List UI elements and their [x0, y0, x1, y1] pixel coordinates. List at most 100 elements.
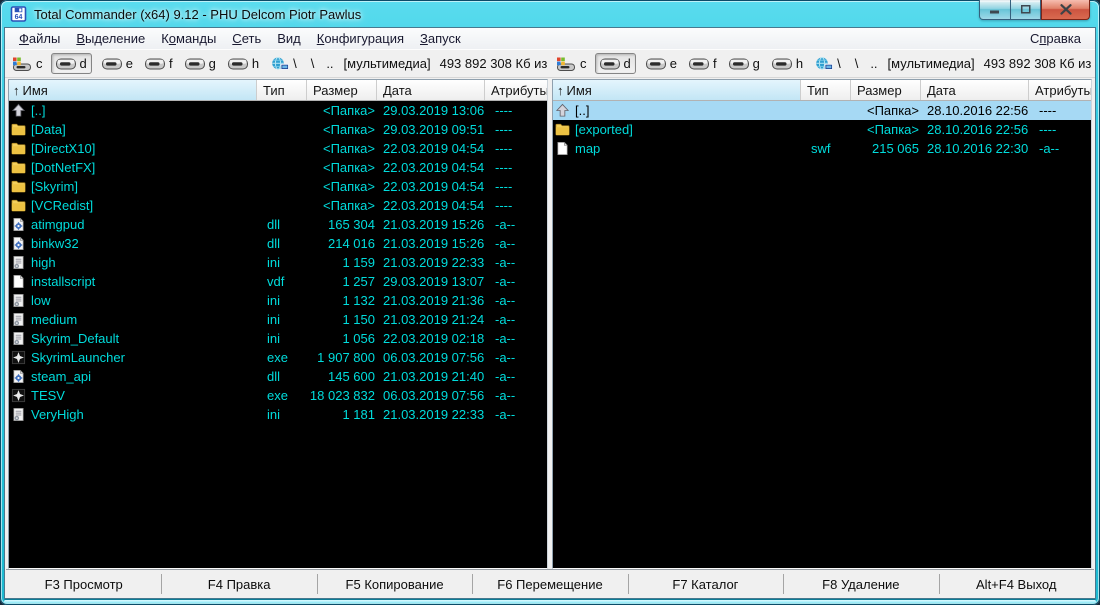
file-row[interactable]: binkw32 dll 214 016 21.03.2019 15:26 -a-- [9, 234, 547, 253]
column-header-attr[interactable]: Атрибуты [485, 80, 547, 100]
fn-f4-button[interactable]: F4 Правка [161, 570, 316, 598]
close-button[interactable] [1041, 0, 1090, 20]
file-row[interactable]: map swf 215 065 28.10.2016 22:30 -a-- [553, 139, 1091, 158]
total-commander-window: 64 Total Commander (x64) 9.12 - PHU Delc… [0, 0, 1100, 605]
drive-button-network[interactable]: \ [267, 54, 301, 73]
drive-button-e[interactable]: e [642, 54, 681, 73]
drive-button-c[interactable]: c [552, 54, 591, 73]
drive-button-g[interactable]: g [181, 54, 220, 73]
menu-item-6[interactable]: Запуск [412, 30, 469, 47]
file-list: [..] <Папка> 29.03.2019 13:06 ---- [Data] <Па… [9, 101, 547, 568]
drive-button-h[interactable]: h [768, 54, 807, 73]
file-row[interactable]: SkyrimLauncher exe 1 907 800 06.03.2019 07:… [9, 348, 547, 367]
menu-item-1[interactable]: Выделение [68, 30, 153, 47]
client-area: Файлы Выделение Команды Сеть Вид Конфигурация… [5, 28, 1095, 598]
menu-item-4[interactable]: Вид [269, 30, 309, 47]
file-row[interactable]: [..] <Папка> 28.10.2016 22:56 ---- [553, 101, 1091, 120]
file-attr: -a-- [495, 407, 516, 422]
drive-icon [144, 58, 165, 70]
drive-button-f[interactable]: f [685, 54, 721, 73]
parent-dir-button[interactable]: .. [864, 54, 883, 73]
file-date: 21.03.2019 15:26 [383, 217, 485, 232]
drive-icon [184, 58, 205, 70]
root-dir-button[interactable]: \ [305, 54, 321, 73]
menu-item-help[interactable]: Справка [1022, 30, 1089, 47]
column-header-size[interactable]: Размер [851, 80, 921, 100]
title-bar[interactable]: 64 Total Commander (x64) 9.12 - PHU Delc… [0, 0, 1100, 28]
function-key-bar: F3 Просмотр F4 Правка F5 Копирование F6 Пер… [6, 569, 1094, 598]
file-name-cell: [VCRedist] [9, 198, 257, 213]
drive-icon [55, 58, 76, 70]
file-row[interactable]: atimgpud dll 165 304 21.03.2019 15:26 -a-- [9, 215, 547, 234]
minimize-button[interactable] [979, 0, 1011, 20]
drive-button-e[interactable]: e [98, 54, 137, 73]
file-row[interactable]: steam_api dll 145 600 21.03.2019 21:40 -a-- [9, 367, 547, 386]
column-header-name[interactable]: ↑ Имя [9, 80, 257, 100]
file-row[interactable]: [exported] <Папка> 28.10.2016 22:56 ---- [553, 120, 1091, 139]
drive-button-h[interactable]: h [224, 54, 263, 73]
column-header-type[interactable]: Тип [257, 80, 307, 100]
fn-f3-button[interactable]: F3 Просмотр [6, 570, 161, 598]
file-row[interactable]: [VCRedist] <Папка> 22.03.2019 04:54 ---- [9, 196, 547, 215]
file-row[interactable]: high ini 1 159 21.03.2019 22:33 -a-- [9, 253, 547, 272]
file-row[interactable]: low ini 1 132 21.03.2019 21:36 -a-- [9, 291, 547, 310]
drive-button-c[interactable]: c [8, 54, 47, 73]
file-name: medium [31, 312, 78, 327]
fn-alt-f4-button[interactable]: Alt+F4 Выход [938, 570, 1094, 598]
menu-item-3[interactable]: Сеть [224, 30, 269, 47]
drive-button-d[interactable]: d [594, 53, 636, 74]
file-date: 06.03.2019 07:56 [383, 350, 485, 365]
file-attr: -a-- [495, 255, 516, 270]
minimize-icon [990, 10, 999, 14]
disk-space-info: 493 892 308 Кб из 976 7 [983, 56, 1092, 71]
column-header-attr[interactable]: Атрибуты [1029, 80, 1091, 100]
file-type: ini [267, 255, 281, 270]
drive-icon [645, 58, 666, 70]
file-row[interactable]: [Data] <Папка> 29.03.2019 09:51 ---- [9, 120, 547, 139]
drive-button-d[interactable]: d [50, 53, 92, 74]
maximize-button[interactable] [1011, 0, 1041, 20]
file-attr: ---- [495, 198, 513, 213]
file-row[interactable]: [DotNetFX] <Папка> 22.03.2019 04:54 ---- [9, 158, 547, 177]
file-name: steam_api [31, 369, 91, 384]
menu-item-2[interactable]: Команды [153, 30, 224, 47]
file-date: 21.03.2019 22:33 [383, 255, 485, 270]
file-row[interactable]: installscript vdf 1 257 29.03.2019 13:07 -a-… [9, 272, 547, 291]
file-type: ini [267, 407, 281, 422]
drive-button-network[interactable]: \ [811, 54, 845, 73]
file-attr: ---- [495, 103, 513, 118]
column-header-size[interactable]: Размер [307, 80, 377, 100]
file-row[interactable]: Skyrim_Default ini 1 056 22.03.2019 02:18 -a… [9, 329, 547, 348]
file-row[interactable]: [..] <Папка> 29.03.2019 13:06 ---- [9, 101, 547, 120]
svg-text:64: 64 [15, 14, 23, 21]
file-attr: -a-- [495, 236, 516, 251]
parent-dir-button[interactable]: .. [320, 54, 339, 73]
file-row[interactable]: medium ini 1 150 21.03.2019 21:24 -a-- [9, 310, 547, 329]
file-size: 1 132 [342, 293, 375, 308]
file-row[interactable]: VeryHigh ini 1 181 21.03.2019 22:33 -a-- [9, 405, 547, 424]
fn-f8-button[interactable]: F8 Удаление [783, 570, 938, 598]
column-header-type[interactable]: Тип [801, 80, 851, 100]
drive-button-g[interactable]: g [725, 54, 764, 73]
drive-letter: g [208, 56, 216, 71]
file-date: 21.03.2019 15:26 [383, 236, 485, 251]
menu-item-5[interactable]: Конфигурация [309, 30, 412, 47]
file-row[interactable]: TESV exe 18 023 832 06.03.2019 07:56 -a-- [9, 386, 547, 405]
fn-f5-button[interactable]: F5 Копирование [316, 570, 472, 598]
file-date: 29.03.2019 13:07 [383, 274, 485, 289]
column-header-name[interactable]: ↑ Имя [553, 80, 801, 100]
fn-f7-button[interactable]: F7 Каталог [627, 570, 783, 598]
file-attr: -a-- [495, 331, 516, 346]
column-header-date[interactable]: Дата [921, 80, 1029, 100]
file-row[interactable]: [Skyrim] <Папка> 22.03.2019 04:54 ---- [9, 177, 547, 196]
menu-item-0[interactable]: Файлы [11, 30, 68, 47]
root-dir-button[interactable]: \ [849, 54, 865, 73]
drive-button-f[interactable]: f [141, 54, 177, 73]
fn-f6-button[interactable]: F6 Перемещение [472, 570, 627, 598]
file-attr: ---- [1039, 103, 1057, 118]
file-row[interactable]: [DirectX10] <Папка> 22.03.2019 04:54 ---- [9, 139, 547, 158]
file-date: 22.03.2019 04:54 [383, 141, 485, 156]
ini-file-icon [11, 407, 26, 422]
column-header-date[interactable]: Дата [377, 80, 485, 100]
file-date: 28.10.2016 22:56 [927, 103, 1029, 118]
